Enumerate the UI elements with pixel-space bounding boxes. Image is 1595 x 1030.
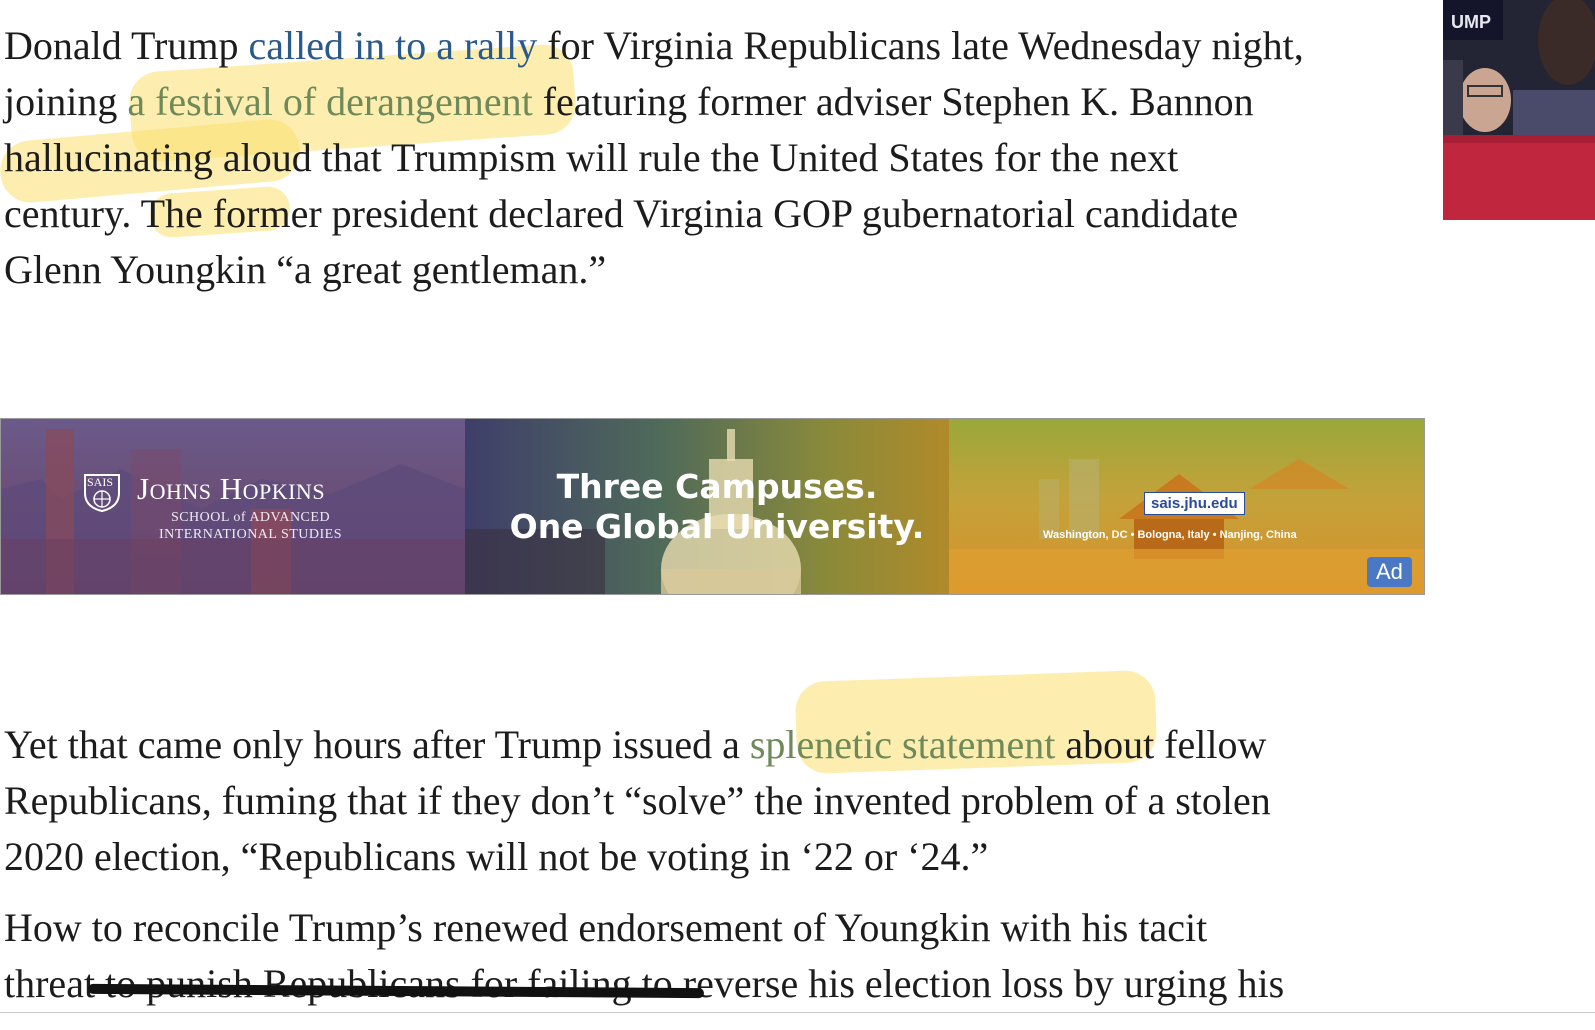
text-line: joining a festival of derangement featur… [4, 74, 1424, 130]
ad-subtitle-line: INTERNATIONAL STUDIES [158, 527, 343, 542]
festival-link[interactable]: a festival of derangement [127, 79, 532, 124]
ad-skyline-left [1, 429, 465, 594]
text-line: century. The former president declared V… [4, 191, 1239, 236]
text-segment: joining [4, 79, 128, 124]
photo-illustration: UMP [1443, 0, 1595, 220]
ad-subtitle: SCHOOL of ADVANCED INTERNATIONAL STUDIES [143, 509, 358, 543]
ad-badge[interactable]: Ad [1367, 557, 1412, 587]
text-segment: Yet that came only hours after Trump iss… [4, 722, 750, 767]
text-line: How to reconcile Trump’s renewed endorse… [4, 905, 1208, 950]
text-line: hallucinating aloud that Trumpism will r… [4, 135, 1179, 180]
article-paragraph-1: Donald Trump called in to a rally for Vi… [4, 18, 1424, 298]
article-paragraph-3: How to reconcile Trump’s renewed endorse… [4, 900, 1424, 1012]
bottom-divider [0, 1012, 1595, 1013]
text-segment: for Virginia Republicans late Wednesday … [537, 23, 1304, 68]
sign-text: UMP [1451, 12, 1491, 32]
ad-subtitle-line: SCHOOL of ADVANCED [170, 510, 331, 525]
ad-headline-line: One Global University. [509, 507, 925, 546]
text-line: Glenn Youngkin “a great gentleman.” [4, 247, 607, 292]
text-line: 2020 election, “Republicans will not be … [4, 834, 989, 879]
text-line: Yet that came only hours after Trump iss… [4, 717, 1424, 773]
text-segment: featuring former adviser Stephen K. Bann… [532, 79, 1254, 124]
ad-url[interactable]: sais.jhu.edu [1144, 492, 1245, 515]
article-paragraph-2: Yet that came only hours after Trump iss… [4, 717, 1424, 885]
advertisement-banner[interactable]: SAIS Johns Hopkins SCHOOL of ADVANCED IN… [0, 418, 1425, 595]
ad-headline: Three Campuses. One Global University. [487, 467, 947, 547]
side-photo[interactable]: UMP [1443, 0, 1595, 220]
text-line: Donald Trump called in to a rally for Vi… [4, 18, 1424, 74]
ad-logo-text: SAIS [87, 475, 114, 489]
ad-headline-line: Three Campuses. [556, 467, 878, 506]
text-line: Republicans, fuming that if they don’t “… [4, 778, 1271, 823]
text-segment: about fellow [1055, 722, 1267, 767]
rally-link[interactable]: called in to a rally [249, 23, 538, 68]
statement-link[interactable]: splenetic statement [750, 722, 1055, 767]
ad-brand: Johns Hopkins [137, 471, 326, 506]
ad-locations: Washington, DC • Bologna, Italy • Nanjin… [1043, 529, 1297, 541]
text-segment: Donald Trump [4, 23, 249, 68]
